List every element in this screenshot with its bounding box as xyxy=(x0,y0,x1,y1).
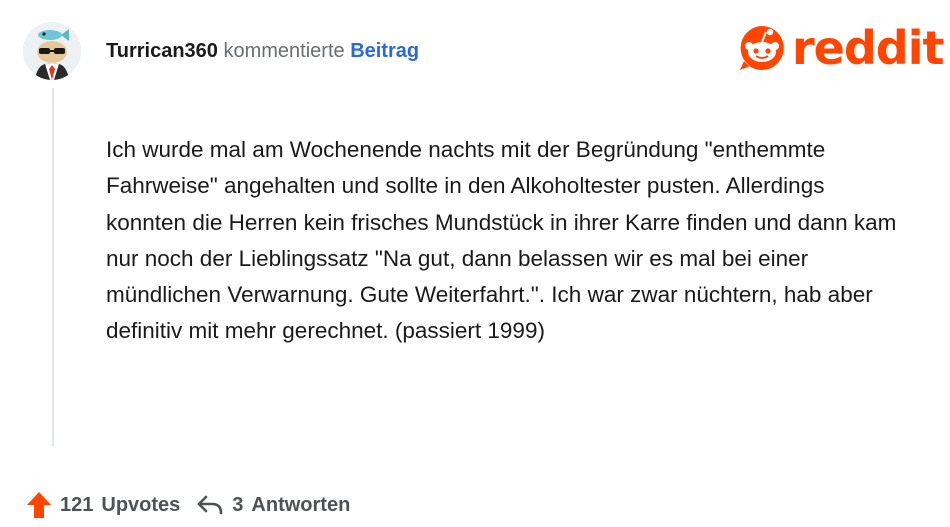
comment-footer: 121 Upvotes 3 Antworten xyxy=(26,488,350,522)
reddit-wordmark: reddit xyxy=(792,21,944,75)
username[interactable]: Turrican360 xyxy=(106,40,218,62)
upvote-arrow-icon[interactable] xyxy=(26,491,52,519)
reddit-logo[interactable]: reddit xyxy=(736,20,944,76)
post-link[interactable]: Beitrag xyxy=(350,40,419,62)
thread-line xyxy=(52,88,54,446)
avatar[interactable] xyxy=(23,22,81,80)
comment-body: Ich wurde mal am Wochenende nachts mit d… xyxy=(106,137,897,344)
avatar-snoo-icon xyxy=(23,22,81,80)
comment-header: Turrican360 kommentierte Beitrag xyxy=(106,38,419,64)
upvote-count: 121 xyxy=(60,493,94,516)
reply-label[interactable]: Antworten xyxy=(251,494,350,517)
upvote-label[interactable]: Upvotes xyxy=(101,494,180,517)
action-label: kommentierte xyxy=(223,40,345,62)
reply-arrow-icon[interactable] xyxy=(196,494,224,516)
reddit-snoo-icon xyxy=(740,26,784,70)
reply-count: 3 xyxy=(232,493,244,516)
